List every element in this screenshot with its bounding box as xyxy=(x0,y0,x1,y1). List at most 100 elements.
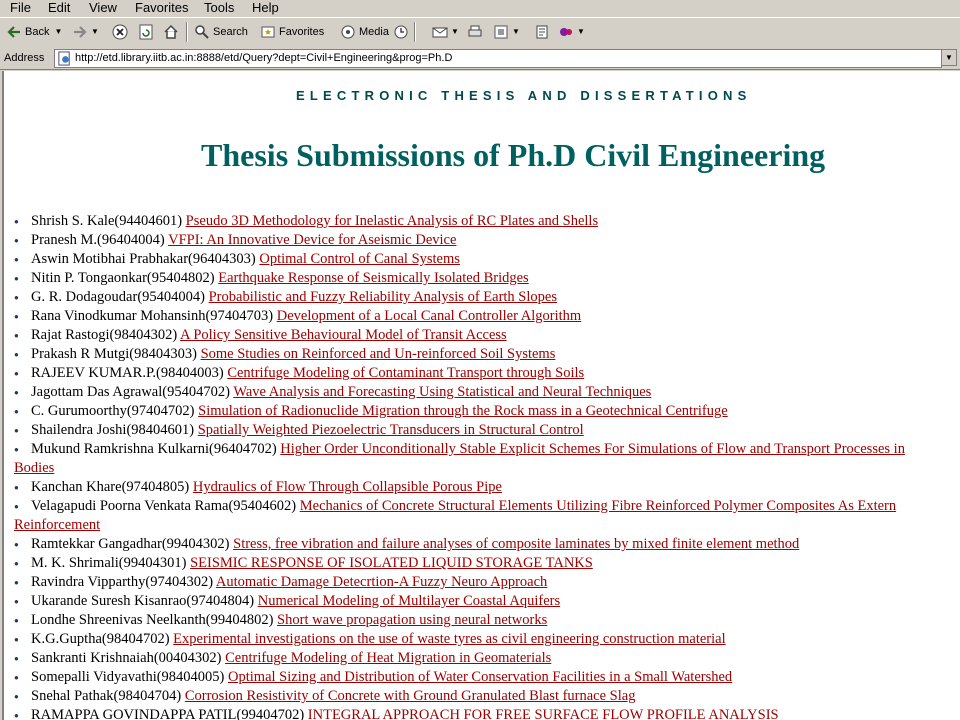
refresh-button[interactable] xyxy=(138,22,157,42)
thesis-author: Sankranti Krishnaiah(00404302) xyxy=(31,650,222,666)
thesis-author: C. Gurumoorthy(97404702) xyxy=(31,403,195,419)
thesis-title-link[interactable]: Centrifuge Modeling of Contaminant Trans… xyxy=(227,365,584,381)
thesis-title-link[interactable]: Wave Analysis and Forecasting Using Stat… xyxy=(233,384,651,400)
mail-icon xyxy=(432,27,448,38)
thesis-title-link[interactable]: Optimal Sizing and Distribution of Water… xyxy=(228,669,732,685)
thesis-title-link[interactable]: Mechanics of Concrete Structural Element… xyxy=(300,498,896,514)
forward-button[interactable]: ▼ xyxy=(72,22,99,42)
list-item: Nitin P. Tongaonkar(95404802) Earthquake… xyxy=(14,269,960,288)
list-item: Jagottam Das Agrawal(95404702) Wave Anal… xyxy=(14,383,960,402)
list-item: K.G.Guptha(98404702) Experimental invest… xyxy=(14,630,960,649)
menu-edit[interactable]: Edit xyxy=(48,0,70,16)
menu-bar: File Edit View Favorites Tools Help xyxy=(0,0,960,17)
menu-view[interactable]: View xyxy=(89,0,117,16)
messenger-button[interactable]: ▼ xyxy=(558,22,585,42)
thesis-author: Ravindra Vipparthy(97404302) xyxy=(31,574,214,590)
thesis-author: Nitin P. Tongaonkar(95404802) xyxy=(31,270,215,286)
thesis-author: Snehal Pathak(98404704) xyxy=(31,688,182,704)
history-button[interactable] xyxy=(393,22,412,42)
thesis-author: Prakash R Mutgi(98404303) xyxy=(31,346,197,362)
back-label: Back xyxy=(25,26,50,38)
thesis-title-link[interactable]: Centrifuge Modeling of Heat Migration in… xyxy=(225,650,551,666)
thesis-author: Ramtekkar Gangadhar(99404302) xyxy=(31,536,230,552)
home-icon xyxy=(164,24,178,39)
thesis-title-link[interactable]: Higher Order Unconditionally Stable Expl… xyxy=(280,441,905,457)
back-button[interactable]: Back ▼ xyxy=(6,22,62,42)
back-arrow-icon xyxy=(7,26,20,38)
thesis-title-link[interactable]: VFPI: An Innovative Device for Aseismic … xyxy=(168,232,456,248)
thesis-title-link[interactable]: Pseudo 3D Methodology for Inelastic Anal… xyxy=(186,213,598,229)
list-item: Ukarande Suresh Kisanrao(97404804) Numer… xyxy=(14,592,960,611)
thesis-title-link[interactable]: Short wave propagation using neural netw… xyxy=(277,612,547,628)
list-item: M. K. Shrimali(99404301) SEISMIC RESPONS… xyxy=(14,554,960,573)
thesis-title-link[interactable]: Earthquake Response of Seismically Isola… xyxy=(218,270,528,286)
thesis-author: Londhe Shreenivas Neelkanth(99404802) xyxy=(31,612,274,628)
thesis-title-link[interactable]: Probabilistic and Fuzzy Reliability Anal… xyxy=(209,289,557,305)
list-item: Sankranti Krishnaiah(00404302) Centrifug… xyxy=(14,649,960,668)
thesis-title-link[interactable]: Automatic Damage Detecrtion-A Fuzzy Neur… xyxy=(216,574,547,590)
page-title: Thesis Submissions of Ph.D Civil Enginee… xyxy=(201,137,826,173)
thesis-author: K.G.Guptha(98404702) xyxy=(31,631,170,647)
list-item: Snehal Pathak(98404704) Corrosion Resist… xyxy=(14,687,960,706)
thesis-title-link[interactable]: Hydraulics of Flow Through Collapsible P… xyxy=(193,479,502,495)
mail-button[interactable]: ▼ xyxy=(432,22,459,42)
thesis-title-link[interactable]: Stress, free vibration and failure analy… xyxy=(233,536,799,552)
address-input[interactable]: http://etd.library.iitb.ac.in:8888/etd/Q… xyxy=(54,49,942,68)
thesis-title-link-continued[interactable]: Bodies xyxy=(14,460,54,476)
address-bar: Address http://etd.library.iitb.ac.in:88… xyxy=(0,47,960,70)
discuss-button[interactable] xyxy=(534,22,553,42)
thesis-author: RAJEEV KUMAR.P.(98404003) xyxy=(31,365,224,381)
print-button[interactable] xyxy=(467,22,486,42)
chevron-down-icon[interactable]: ▼ xyxy=(577,22,585,42)
thesis-title-link[interactable]: SEISMIC RESPONSE OF ISOLATED LIQUID STOR… xyxy=(190,555,593,571)
thesis-title-link[interactable]: A Policy Sensitive Behavioural Model of … xyxy=(180,327,507,343)
thesis-title-link[interactable]: INTEGRAL APPROACH FOR FREE SURFACE FLOW … xyxy=(308,707,779,720)
menu-help[interactable]: Help xyxy=(252,0,279,16)
media-button[interactable]: Media xyxy=(340,22,389,42)
thesis-author: M. K. Shrimali(99404301) xyxy=(31,555,187,571)
thesis-author: Ukarande Suresh Kisanrao(97404804) xyxy=(31,593,255,609)
thesis-title-link[interactable]: Simulation of Radionuclide Migration thr… xyxy=(198,403,728,419)
list-item: Londhe Shreenivas Neelkanth(99404802) Sh… xyxy=(14,611,960,630)
thesis-title-link[interactable]: Numerical Modeling of Multilayer Coastal… xyxy=(258,593,560,609)
favorites-button[interactable]: Favorites xyxy=(260,22,324,42)
thesis-author: G. R. Dodagoudar(95404004) xyxy=(31,289,205,305)
search-button[interactable]: Search xyxy=(194,22,248,42)
menu-file[interactable]: File xyxy=(10,0,31,16)
thesis-title-link[interactable]: Optimal Control of Canal Systems xyxy=(259,251,460,267)
list-item: Rajat Rastogi(98404302) A Policy Sensiti… xyxy=(14,326,960,345)
home-button[interactable] xyxy=(163,22,182,42)
thesis-author: Shailendra Joshi(98404601) xyxy=(31,422,195,438)
thesis-author: Kanchan Khare(97404805) xyxy=(31,479,190,495)
list-item: RAMAPPA GOVINDAPPA PATIL(99404702) INTEG… xyxy=(14,706,960,720)
chevron-down-icon[interactable]: ▼ xyxy=(91,22,99,42)
thesis-author: Rajat Rastogi(98404302) xyxy=(31,327,178,343)
stop-button[interactable] xyxy=(112,22,131,42)
menu-tools[interactable]: Tools xyxy=(204,0,234,16)
menu-favorites[interactable]: Favorites xyxy=(135,0,188,16)
list-item: Mukund Ramkrishna Kulkarni(96404702) Hig… xyxy=(14,440,960,478)
thesis-author: Velagapudi Poorna Venkata Rama(95404602) xyxy=(31,498,297,514)
site-brand: ELECTRONIC THESIS AND DISSERTATIONS xyxy=(296,88,752,103)
edit-page-icon xyxy=(494,25,508,39)
thesis-author: Shrish S. Kale(94404601) xyxy=(31,213,183,229)
thesis-title-link[interactable]: Spatially Weighted Piezoelectric Transdu… xyxy=(198,422,584,438)
thesis-author: Mukund Ramkrishna Kulkarni(96404702) xyxy=(31,441,277,457)
thesis-title-link-continued[interactable]: Reinforcement xyxy=(14,517,100,533)
forward-arrow-icon xyxy=(74,26,87,38)
history-icon xyxy=(394,25,408,39)
address-dropdown-button[interactable]: ▼ xyxy=(941,49,957,66)
thesis-title-link[interactable]: Corrosion Resistivity of Concrete with G… xyxy=(185,688,636,704)
stop-icon xyxy=(112,24,128,40)
thesis-title-link[interactable]: Development of a Local Canal Controller … xyxy=(277,308,581,324)
thesis-title-link[interactable]: Experimental investigations on the use o… xyxy=(173,631,725,647)
chevron-down-icon[interactable]: ▼ xyxy=(451,22,459,42)
discuss-icon xyxy=(536,25,548,39)
edit-button[interactable]: ▼ xyxy=(493,22,520,42)
thesis-title-link[interactable]: Some Studies on Reinforced and Un-reinfo… xyxy=(201,346,556,362)
list-item: Pranesh M.(96404004) VFPI: An Innovative… xyxy=(14,231,960,250)
chevron-down-icon[interactable]: ▼ xyxy=(512,22,520,42)
thesis-author: Somepalli Vidyavathi(98404005) xyxy=(31,669,225,685)
chevron-down-icon[interactable]: ▼ xyxy=(54,22,62,42)
list-item: RAJEEV KUMAR.P.(98404003) Centrifuge Mod… xyxy=(14,364,960,383)
